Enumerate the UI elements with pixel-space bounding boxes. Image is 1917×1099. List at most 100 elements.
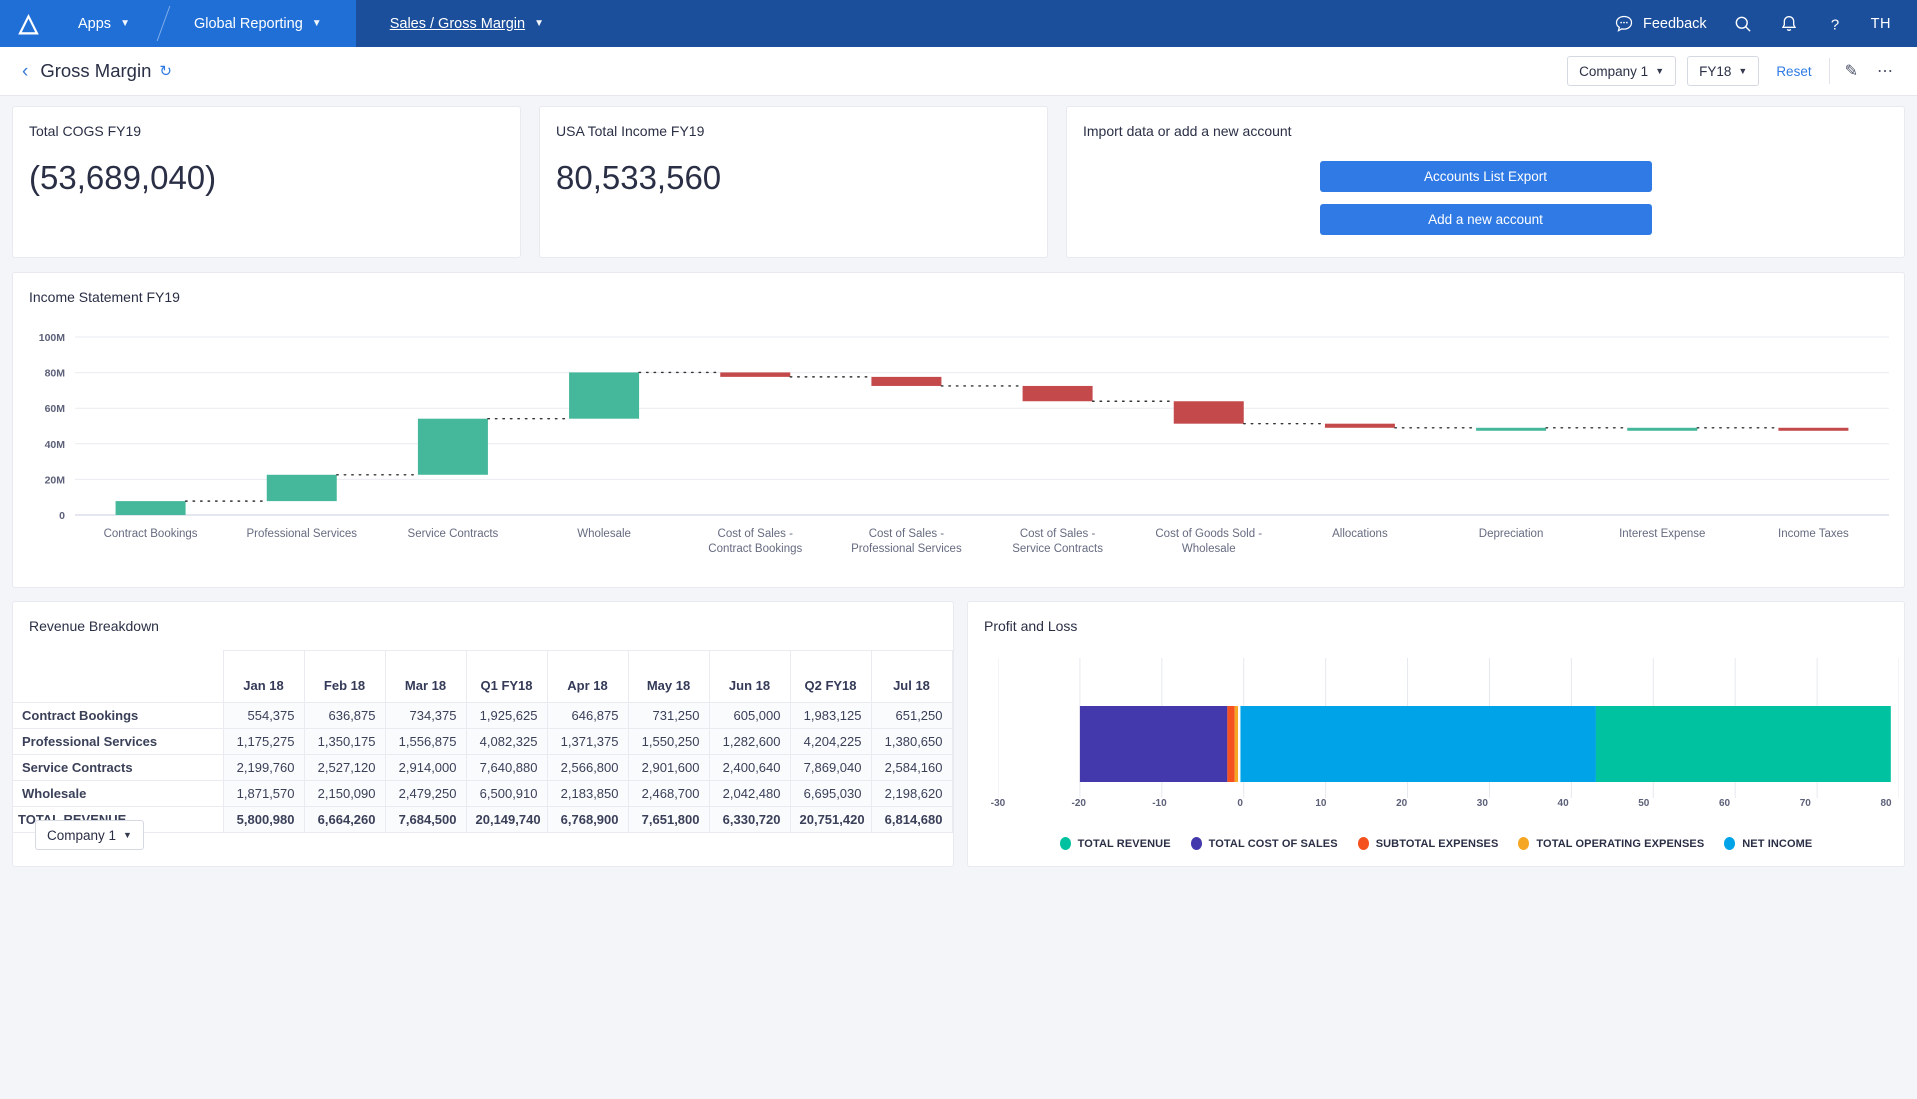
waterfall-bar[interactable] bbox=[1476, 427, 1547, 431]
table-column-header[interactable]: Q1 FY18 bbox=[465, 650, 548, 703]
chevron-down-icon: ▼ bbox=[1738, 66, 1748, 76]
table-cell: 2,479,250 bbox=[384, 780, 467, 807]
table-cell: 2,183,850 bbox=[546, 780, 629, 807]
profit-and-loss-card: Profit and Loss -30 -20 -10 0 10 20 30 40 50 60 70… bbox=[967, 601, 1905, 867]
kpi-title: USA Total Income FY19 bbox=[556, 123, 705, 139]
table-column-header[interactable]: Jan 18 bbox=[222, 650, 305, 703]
table-cell: 731,250 bbox=[627, 702, 710, 729]
table-column-header[interactable]: Feb 18 bbox=[303, 650, 386, 703]
waterfall-bar[interactable] bbox=[1778, 427, 1849, 431]
pnl-bar-segment[interactable] bbox=[1595, 706, 1891, 782]
waterfall-bar[interactable] bbox=[871, 376, 942, 386]
legend-color-swatch bbox=[1724, 837, 1736, 850]
table-row[interactable]: Professional Services 1,175,275 1,350,175 1… bbox=[13, 728, 953, 755]
import-data-card: Import data or add a new account Account… bbox=[1066, 106, 1905, 258]
table-cell: 2,198,620 bbox=[870, 780, 953, 807]
revenue-breakdown-title: Revenue Breakdown bbox=[29, 618, 159, 634]
waterfall-bar[interactable] bbox=[266, 474, 337, 502]
legend-color-swatch bbox=[1518, 837, 1530, 850]
x-axis-tick-label: Cost of Goods Sold - bbox=[1155, 528, 1262, 540]
kpi-card-usa-total-income: USA Total Income FY19 80,533,560 bbox=[539, 106, 1048, 258]
x-axis-tick-label: Professional Services bbox=[246, 528, 357, 540]
table-column-header[interactable]: Jun 18 bbox=[708, 650, 791, 703]
table-cell: 1,871,570 bbox=[222, 780, 305, 807]
feedback-button[interactable]: Feedback bbox=[1614, 14, 1707, 34]
kpi-title: Total COGS FY19 bbox=[29, 123, 142, 139]
pnl-legend: TOTAL REVENUE TOTAL COST OF SALES SUBTOTAL… bbox=[968, 837, 1904, 850]
waterfall-bar[interactable] bbox=[720, 372, 791, 377]
feedback-label: Feedback bbox=[1642, 15, 1707, 32]
table-row-label: Professional Services bbox=[13, 728, 224, 755]
table-column-header[interactable]: Apr 18 bbox=[546, 650, 629, 703]
legend-item[interactable]: TOTAL REVENUE bbox=[1059, 837, 1171, 850]
x-axis-tick-label: Depreciation bbox=[1479, 528, 1544, 540]
pnl-bar-segment[interactable] bbox=[1234, 706, 1238, 782]
y-axis-tick-label: 20M bbox=[45, 474, 66, 486]
table-row[interactable]: TOTAL REVENUE5,800,9806,664,2607,684,500… bbox=[13, 806, 953, 833]
x-axis-tick-label: Wholesale bbox=[1182, 543, 1236, 555]
pnl-bar-segment[interactable] bbox=[1227, 706, 1235, 782]
table-column-header[interactable]: May 18 bbox=[627, 650, 710, 703]
app-logo[interactable]: △ bbox=[0, 0, 56, 47]
table-company-filter-label: Company 1 bbox=[47, 827, 117, 843]
table-corner-header[interactable] bbox=[13, 650, 224, 703]
table-row[interactable]: Wholesale 1,871,570 2,150,090 2,479,250 6,50… bbox=[13, 780, 953, 807]
x-axis-tick-label: 0 bbox=[1237, 798, 1243, 809]
chevron-down-icon: ▼ bbox=[311, 18, 322, 29]
nav-item-apps[interactable]: Apps ▼ bbox=[56, 0, 164, 47]
edit-pencil-icon[interactable]: ✎ bbox=[1841, 61, 1862, 81]
waterfall-bar[interactable] bbox=[1324, 423, 1395, 428]
waterfall-chart-title: Income Statement FY19 bbox=[29, 289, 180, 305]
fiscal-year-filter-dropdown[interactable]: FY18 ▼ bbox=[1687, 56, 1760, 86]
legend-item[interactable]: SUBTOTAL EXPENSES bbox=[1357, 837, 1499, 850]
company-filter-dropdown[interactable]: Company 1 ▼ bbox=[1567, 56, 1677, 86]
waterfall-bar[interactable] bbox=[417, 418, 488, 475]
chevron-down-icon: ▼ bbox=[534, 18, 544, 29]
table-column-header[interactable]: Jul 18 bbox=[870, 650, 953, 703]
pnl-svg bbox=[997, 658, 1900, 798]
nav-item-global-reporting[interactable]: Global Reporting ▼ bbox=[163, 0, 356, 47]
x-axis-tick-label: 40 bbox=[1557, 798, 1569, 809]
x-axis-tick-label: 60 bbox=[1718, 798, 1731, 809]
waterfall-chart-plot[interactable]: 0 20M 40M 60M 80M 100M Contract Bookings Profes… bbox=[13, 323, 1904, 587]
nav-item-sales-gross-margin[interactable]: Sales / Gross Margin ▼ bbox=[355, 0, 584, 47]
table-row[interactable]: Service Contracts 2,199,760 2,527,120 2,914… bbox=[13, 754, 953, 781]
table-cell: 2,566,800 bbox=[546, 754, 629, 781]
table-company-filter-dropdown[interactable]: Company 1 ▼ bbox=[35, 820, 144, 850]
dashboard-content: Total COGS FY19 (53,689,040) USA Total I… bbox=[0, 96, 1917, 877]
add-new-account-button[interactable]: Add a new account bbox=[1319, 204, 1652, 235]
table-column-header[interactable]: Q2 FY18 bbox=[789, 650, 872, 703]
more-options-icon[interactable]: ⋯ bbox=[1873, 61, 1897, 81]
x-axis-tick-label: 30 bbox=[1476, 798, 1488, 809]
table-cell bbox=[951, 728, 953, 755]
accounts-list-export-button[interactable]: Accounts List Export bbox=[1319, 161, 1652, 192]
svg-text:?: ? bbox=[1830, 16, 1838, 33]
table-cell: 20,751,420 bbox=[789, 806, 872, 833]
notifications-bell-icon[interactable] bbox=[1779, 14, 1799, 34]
waterfall-bar[interactable] bbox=[115, 501, 186, 515]
waterfall-bar[interactable] bbox=[569, 372, 640, 419]
x-axis-tick-label: Contract Bookings bbox=[104, 528, 198, 540]
x-axis-tick-label: Service Contracts bbox=[408, 528, 499, 540]
waterfall-bar[interactable] bbox=[1173, 401, 1244, 424]
refresh-icon[interactable]: ↻ bbox=[159, 62, 172, 80]
legend-item[interactable]: NET INCOME bbox=[1724, 837, 1812, 850]
back-button[interactable]: ‹ bbox=[10, 62, 40, 81]
table-row-label: Service Contracts bbox=[13, 754, 224, 781]
avatar[interactable]: TH bbox=[1871, 16, 1891, 32]
waterfall-bar[interactable] bbox=[1627, 427, 1698, 431]
search-icon[interactable] bbox=[1733, 14, 1753, 34]
pnl-chart-plot[interactable] bbox=[997, 658, 1900, 798]
table-column-header[interactable]: Mar 18 bbox=[384, 650, 467, 703]
pnl-bar-segment[interactable] bbox=[1240, 706, 1596, 782]
reset-button[interactable]: Reset bbox=[1776, 64, 1811, 79]
table-row[interactable]: Contract Bookings 554,375 636,875 734,375 1,… bbox=[13, 702, 953, 729]
waterfall-bar[interactable] bbox=[1022, 385, 1093, 402]
legend-item[interactable]: TOTAL COST OF SALES bbox=[1190, 837, 1338, 850]
table-cell: 2,527,120 bbox=[303, 754, 386, 781]
help-question-icon[interactable]: ? bbox=[1825, 14, 1845, 34]
table-cell: 2,400,640 bbox=[708, 754, 791, 781]
table-column-header[interactable] bbox=[951, 650, 953, 703]
pnl-bar-segment[interactable] bbox=[1079, 706, 1228, 782]
legend-item[interactable]: TOTAL OPERATING EXPENSES bbox=[1518, 837, 1704, 850]
